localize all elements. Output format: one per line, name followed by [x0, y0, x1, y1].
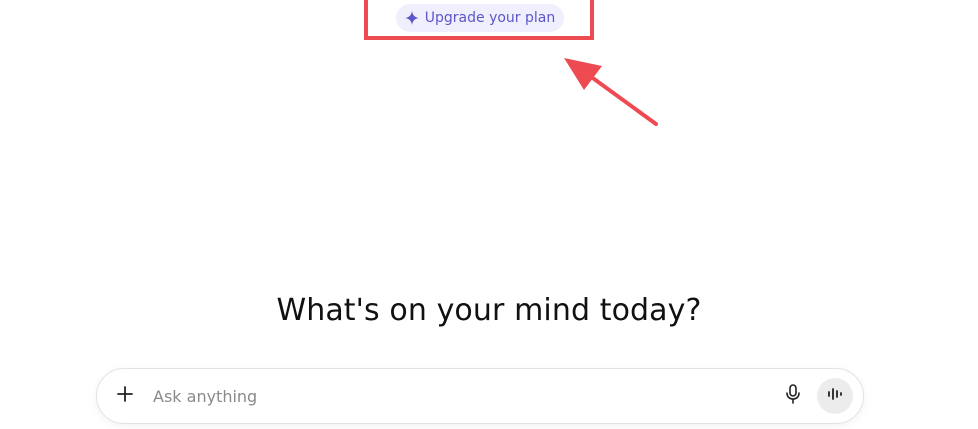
plus-icon — [117, 386, 133, 406]
page-title: What's on your mind today? — [276, 293, 702, 328]
microphone-icon — [785, 384, 801, 408]
microphone-button[interactable] — [779, 382, 807, 410]
ask-input[interactable] — [151, 380, 779, 412]
upgrade-plan-label: Upgrade your plan — [424, 10, 556, 26]
composer — [96, 368, 864, 424]
annotation-arrow — [564, 58, 658, 126]
page: Upgrade your plan What's on your mind to… — [0, 0, 978, 429]
voice-mode-icon — [826, 386, 844, 406]
add-attachment-button[interactable] — [113, 384, 137, 408]
voice-mode-button[interactable] — [817, 378, 853, 414]
sparkle-icon — [404, 11, 419, 25]
upgrade-plan-button[interactable]: Upgrade your plan — [396, 4, 564, 32]
